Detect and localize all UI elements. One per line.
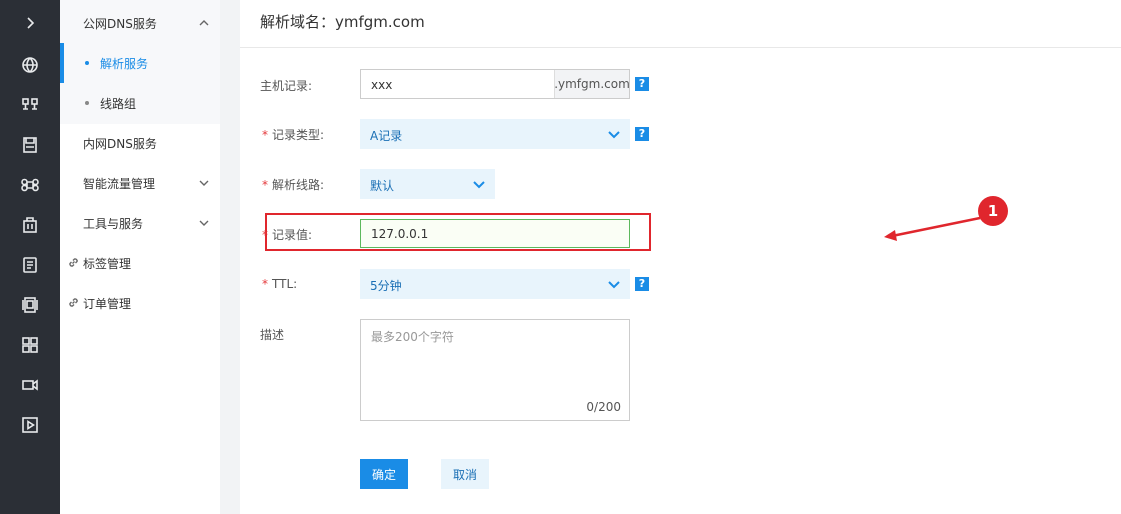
link-icon: [67, 256, 80, 269]
dashboard-icon[interactable]: [0, 325, 60, 365]
record-type-select[interactable]: A记录: [360, 119, 630, 149]
menu-label: 标签管理: [83, 256, 132, 271]
menu-item-tools[interactable]: 工具与服务: [60, 203, 220, 243]
required-mark: *: [262, 128, 268, 142]
link-icon: [67, 296, 80, 309]
description-textarea[interactable]: 最多200个字符 0/200: [360, 319, 630, 421]
host-record-value: xxx: [371, 78, 393, 92]
line-select[interactable]: 默认: [360, 169, 495, 199]
menu-item-resolve[interactable]: 解析服务: [60, 43, 220, 83]
help-icon[interactable]: ?: [635, 277, 649, 291]
chevron-down-icon: [198, 177, 210, 189]
annotation-marker: 1: [978, 196, 1008, 226]
title-row: 解析域名：ymfgm.com: [240, 0, 1121, 48]
required-mark: *: [262, 228, 268, 242]
page-title: 解析域名：ymfgm.com: [260, 13, 425, 31]
device-icon[interactable]: [0, 285, 60, 325]
record-value-input[interactable]: 127.0.0.1: [360, 219, 630, 248]
bullet-icon: [85, 61, 89, 65]
bullet-icon: [85, 101, 89, 105]
menu-item-private-dns[interactable]: 内网DNS服务: [60, 123, 220, 163]
chevron-down-icon: [608, 279, 620, 289]
play-icon[interactable]: [0, 405, 60, 445]
side-menu: 公网DNS服务 解析服务 线路组 内网DNS服务 智能流量管理 工具与服务 标签…: [60, 0, 220, 514]
required-mark: *: [262, 178, 268, 192]
record-form-panel: 解析域名：ymfgm.com 主机记录: xxx .ymfgm.com ? * 记…: [240, 0, 1121, 514]
menu-item-orders[interactable]: 订单管理: [60, 283, 220, 323]
menu-item-line-group[interactable]: 线路组: [60, 83, 220, 123]
record-type-label-text: 记录类型:: [272, 128, 325, 142]
building-icon[interactable]: [0, 205, 60, 245]
cancel-button[interactable]: 取消: [441, 459, 489, 489]
ttl-select[interactable]: 5分钟: [360, 269, 630, 299]
record-value-text: 127.0.0.1: [371, 227, 429, 241]
description-placeholder: 最多200个字符: [371, 330, 454, 344]
help-icon[interactable]: ?: [635, 77, 649, 91]
menu-item-tags[interactable]: 标签管理: [60, 243, 220, 283]
record-type-value: A记录: [370, 129, 403, 143]
char-counter: 0/200: [586, 400, 621, 414]
record-value-label: * 记录值:: [262, 226, 312, 243]
menu-label: 订单管理: [83, 296, 132, 311]
menu-label: 内网DNS服务: [83, 136, 157, 151]
network-icon[interactable]: [0, 85, 60, 125]
help-icon[interactable]: ?: [635, 127, 649, 141]
icon-rail: [0, 0, 60, 514]
chevron-up-icon: [198, 17, 210, 29]
line-label-text: 解析线路:: [272, 178, 325, 192]
menu-label: 公网DNS服务: [83, 16, 157, 31]
menu-label: 智能流量管理: [83, 176, 156, 191]
chevron-down-icon: [198, 217, 210, 229]
host-record-label: 主机记录:: [260, 79, 313, 93]
description-label: 描述: [260, 328, 285, 342]
ttl-label: * TTL:: [262, 277, 297, 291]
annotation-arrow: [884, 216, 981, 241]
save-icon[interactable]: [0, 125, 60, 165]
chevron-right-icon[interactable]: [0, 3, 60, 43]
record-type-label: * 记录类型:: [262, 126, 324, 143]
menu-label: 解析服务: [100, 56, 149, 71]
confirm-button[interactable]: 确定: [360, 459, 408, 489]
globe-icon[interactable]: [0, 45, 60, 85]
content-gutter: [220, 0, 240, 514]
menu-label: 线路组: [100, 96, 137, 111]
menu-label: 工具与服务: [83, 216, 144, 231]
chevron-down-icon: [473, 179, 485, 189]
line-value: 默认: [370, 179, 395, 193]
menu-group-public-dns[interactable]: 公网DNS服务: [60, 3, 220, 43]
document-icon[interactable]: [0, 245, 60, 285]
menu-item-traffic[interactable]: 智能流量管理: [60, 163, 220, 203]
line-label: * 解析线路:: [262, 176, 324, 193]
record-value-label-text: 记录值:: [272, 228, 313, 242]
command-icon[interactable]: [0, 165, 60, 205]
host-record-input[interactable]: xxx .ymfgm.com: [360, 69, 630, 99]
video-icon[interactable]: [0, 365, 60, 405]
domain-suffix: .ymfgm.com: [554, 70, 630, 98]
ttl-value: 5分钟: [370, 279, 402, 293]
required-mark: *: [262, 277, 268, 291]
ttl-label-text: TTL:: [272, 277, 298, 291]
chevron-down-icon: [608, 129, 620, 139]
